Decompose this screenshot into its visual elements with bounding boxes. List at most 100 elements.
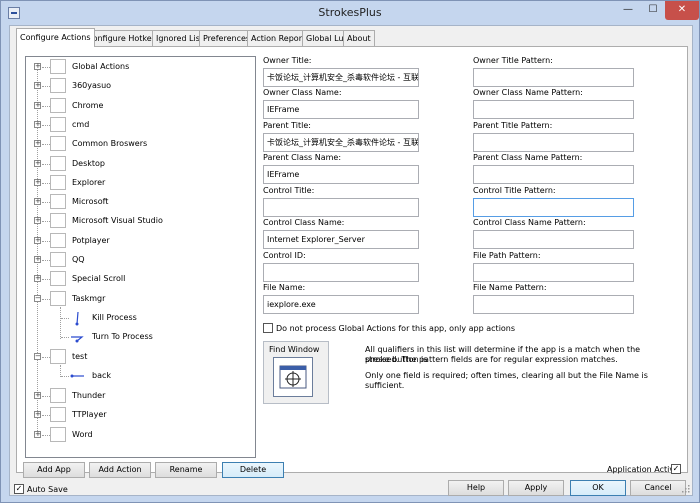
owner-class-name-label: Owner Class Name: — [263, 88, 342, 97]
crosshair-icon[interactable] — [274, 358, 312, 396]
close-button[interactable]: ✕ — [665, 1, 699, 20]
parent-title-field[interactable]: 卡饭论坛_计算机安全_杀毒软件论坛 - 互联 — [263, 133, 419, 152]
control-title-field[interactable] — [263, 198, 419, 217]
tree-item-label: TTPlayer — [72, 410, 107, 419]
rename-button[interactable]: Rename — [155, 462, 217, 478]
expand-icon[interactable]: + — [34, 160, 41, 167]
expand-icon[interactable]: + — [34, 411, 41, 418]
delete-button[interactable]: Delete — [222, 462, 284, 478]
control-class-name-pattern-label: Control Class Name Pattern: — [473, 218, 586, 227]
global-actions-checkbox[interactable] — [263, 323, 273, 333]
minimize-button[interactable]: — — [615, 1, 641, 20]
title-bar[interactable]: StrokesPlus — ☐ ✕ — [1, 1, 699, 25]
node-icon — [50, 98, 66, 113]
parent-title-label: Parent Title: — [263, 121, 311, 130]
owner-class-name-field[interactable]: IEFrame — [263, 100, 419, 119]
help-button[interactable]: Help — [448, 480, 504, 496]
control-class-name-label: Control Class Name: — [263, 218, 345, 227]
tree-connector-line — [60, 307, 61, 339]
tree-connector — [61, 318, 69, 319]
expand-icon[interactable]: + — [34, 431, 41, 438]
parent-title-pattern-field[interactable] — [473, 133, 634, 152]
tree-item-label: QQ — [72, 255, 85, 264]
tree-item-label: cmd — [72, 120, 90, 129]
parent-title-pattern-label: Parent Title Pattern: — [473, 121, 553, 130]
collapse-icon[interactable]: − — [34, 295, 41, 302]
application-active-label[interactable]: Application Active — [607, 465, 679, 474]
node-icon — [50, 427, 66, 442]
add-action-button[interactable]: Add Action — [89, 462, 151, 478]
tab-configure-actions[interactable]: Configure Actions — [16, 28, 95, 47]
apply-button[interactable]: Apply — [508, 480, 564, 496]
collapse-icon[interactable]: − — [34, 353, 41, 360]
tree-connector — [42, 279, 50, 280]
expand-icon[interactable]: + — [34, 82, 41, 89]
control-title-pattern-field[interactable] — [473, 198, 634, 217]
tree-connector — [42, 260, 50, 261]
expand-icon[interactable]: + — [34, 217, 41, 224]
cancel-button[interactable]: Cancel — [630, 480, 686, 496]
stroke-gesture-icon — [69, 368, 85, 383]
add-app-button[interactable]: Add App — [23, 462, 85, 478]
resize-grip-icon[interactable] — [680, 483, 690, 493]
file-path-pattern-label: File Path Pattern: — [473, 251, 541, 260]
control-title-pattern-label: Control Title Pattern: — [473, 186, 556, 195]
global-actions-checkbox-label[interactable]: Do not process Global Actions for this a… — [276, 324, 515, 333]
tab-about[interactable]: About — [343, 30, 375, 46]
action-tree[interactable]: + Global Actions + 360yasuo + Chrome + c… — [25, 56, 256, 458]
control-title-label: Control Title: — [263, 186, 315, 195]
expand-icon[interactable]: + — [34, 179, 41, 186]
owner-class-name-pattern-field[interactable] — [473, 100, 634, 119]
maximize-button[interactable]: ☐ — [641, 1, 665, 20]
parent-class-name-pattern-field[interactable] — [473, 165, 634, 184]
tree-item-label: Thunder — [72, 391, 106, 400]
expand-icon[interactable]: + — [34, 392, 41, 399]
tree-connector — [61, 337, 69, 338]
find-window-target[interactable] — [273, 357, 313, 397]
parent-class-name-field[interactable]: IEFrame — [263, 165, 419, 184]
application-active-checkbox[interactable]: ✓ — [671, 464, 681, 474]
file-path-pattern-field[interactable] — [473, 263, 634, 282]
app-window: StrokesPlus — ☐ ✕ Configure Actions Conf… — [0, 0, 700, 503]
tab-preferences[interactable]: Preferences — [199, 30, 255, 46]
tree-connector — [42, 202, 50, 203]
tree-item-label: Special Scroll — [72, 274, 126, 283]
tab-action-report[interactable]: Action Report — [247, 30, 310, 46]
node-icon — [50, 233, 66, 248]
tree-item-label: Potplayer — [72, 236, 110, 245]
find-window-label: Find Window — [269, 345, 320, 354]
node-icon — [50, 291, 66, 306]
expand-icon[interactable]: + — [34, 237, 41, 244]
auto-save-label[interactable]: Auto Save — [27, 485, 68, 494]
expand-icon[interactable]: + — [34, 275, 41, 282]
tree-connector — [42, 299, 50, 300]
file-name-pattern-label: File Name Pattern: — [473, 283, 547, 292]
owner-title-pattern-field[interactable] — [473, 68, 634, 87]
file-name-pattern-field[interactable] — [473, 295, 634, 314]
tree-item-label: Common Broswers — [72, 139, 148, 148]
info-text-2: pressed. The pattern fields are for regu… — [365, 355, 618, 364]
node-icon — [50, 252, 66, 267]
file-name-label: File Name: — [263, 283, 306, 292]
file-name-field[interactable]: iexplore.exe — [263, 295, 419, 314]
expand-icon[interactable]: + — [34, 256, 41, 263]
tree-connector — [42, 357, 50, 358]
control-id-field[interactable] — [263, 263, 419, 282]
tree-connector — [42, 144, 50, 145]
tree-item-label: Chrome — [72, 101, 104, 110]
tree-connector — [42, 86, 50, 87]
auto-save-checkbox[interactable]: ✓ — [14, 484, 24, 494]
expand-icon[interactable]: + — [34, 121, 41, 128]
expand-icon[interactable]: + — [34, 198, 41, 205]
control-class-name-pattern-field[interactable] — [473, 230, 634, 249]
node-icon — [50, 349, 66, 364]
control-class-name-field[interactable]: Internet Explorer_Server — [263, 230, 419, 249]
tree-item-label: test — [72, 352, 88, 361]
node-icon — [50, 156, 66, 171]
expand-icon[interactable]: + — [34, 102, 41, 109]
expand-icon[interactable]: + — [34, 140, 41, 147]
expand-icon[interactable]: + — [34, 63, 41, 70]
ok-button[interactable]: OK — [570, 480, 626, 496]
owner-title-field[interactable]: 卡饭论坛_计算机安全_杀毒软件论坛 - 互联 — [263, 68, 419, 87]
configure-actions-panel: + Global Actions + 360yasuo + Chrome + c… — [16, 46, 688, 478]
